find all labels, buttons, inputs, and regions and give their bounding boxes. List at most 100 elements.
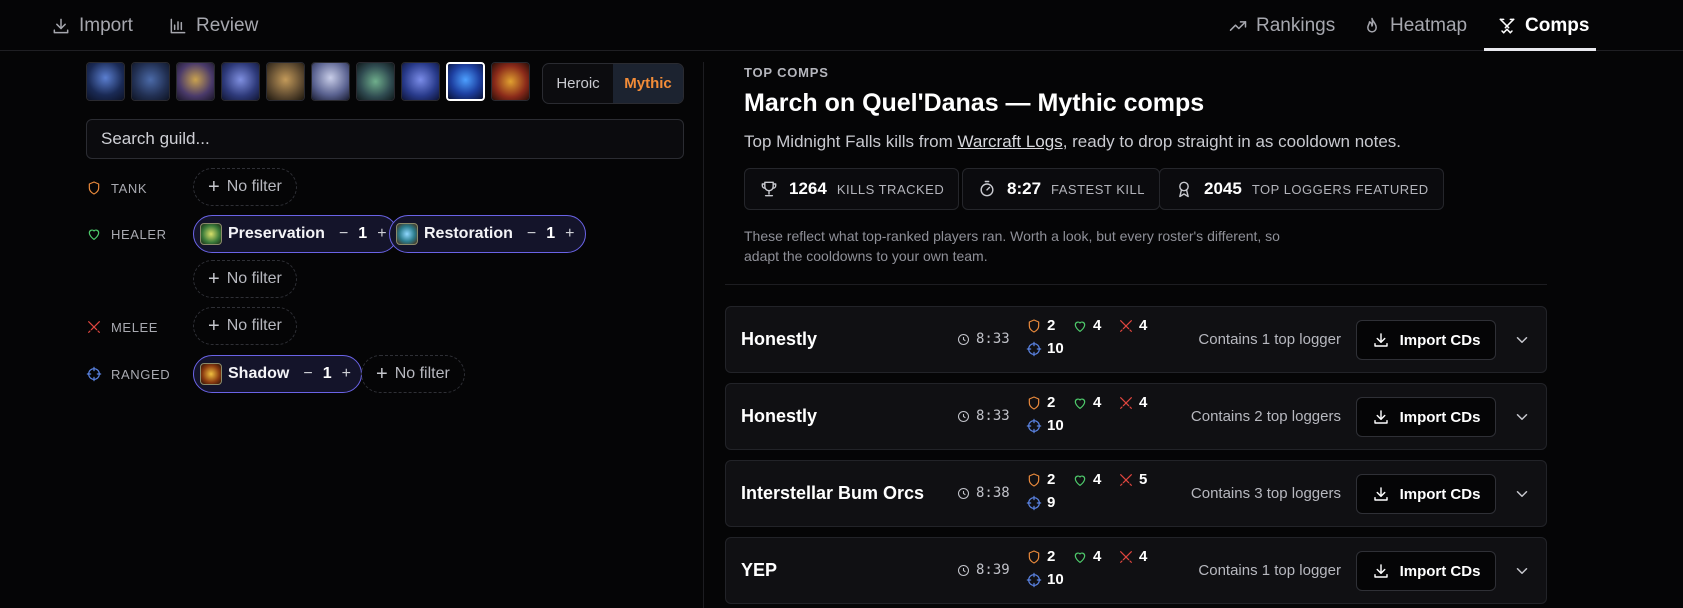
download-icon	[1373, 487, 1388, 501]
melee-count-value: 4	[1139, 317, 1148, 334]
melee-add-filter[interactable]: + No filter	[193, 307, 297, 345]
shadow-spec-icon	[200, 363, 222, 385]
import-cds-label: Import CDs	[1399, 562, 1481, 580]
crosshair-icon	[1026, 418, 1042, 433]
import-cds-label: Import CDs	[1399, 331, 1481, 349]
expand-chevron[interactable]	[1513, 408, 1531, 426]
expand-chevron[interactable]	[1513, 331, 1531, 349]
boss-portrait-2[interactable]	[131, 62, 170, 101]
ranged-count-value: 10	[1047, 417, 1064, 434]
boss-portrait-10[interactable]	[491, 62, 530, 101]
nav-comps[interactable]: Comps	[1497, 0, 1589, 51]
tank-count-value: 2	[1047, 471, 1056, 488]
comp-row[interactable]: Honestly 8:33 2 4 4 10 Contains 2 top lo…	[725, 383, 1547, 450]
role-label-healer: HEALER	[86, 226, 167, 242]
boss-portrait-6[interactable]	[311, 62, 350, 101]
section-kicker: TOP COMPS	[744, 65, 829, 80]
warcraft-logs-link[interactable]: Warcraft Logs	[958, 132, 1063, 151]
nav-import[interactable]: Import	[51, 0, 133, 51]
crossed-swords-icon	[1499, 18, 1515, 33]
stat-fastest-kill: 8:27 FASTEST KILL	[962, 168, 1160, 210]
top-logger-count: Contains 1 top logger	[1198, 562, 1341, 579]
expand-chevron[interactable]	[1513, 562, 1531, 580]
guild-name: Honestly	[741, 329, 818, 349]
clock-icon	[957, 564, 970, 576]
crossed-swords-icon	[1120, 550, 1132, 563]
decrement-button[interactable]: −	[303, 365, 312, 383]
melee-count: 4	[1118, 548, 1147, 565]
expand-chevron[interactable]	[1513, 485, 1531, 503]
spec-pill-restoration: Restoration − 1 +	[389, 215, 586, 253]
heart-icon	[88, 229, 100, 240]
ranged-add-filter[interactable]: + No filter	[361, 355, 465, 393]
top-nav: Import Review Rankings Heatmap Comps	[0, 0, 1683, 51]
heart-icon	[1074, 552, 1086, 563]
boss-portrait-7[interactable]	[356, 62, 395, 101]
import-cds-button[interactable]: Import CDs	[1356, 397, 1496, 437]
clock-icon	[957, 410, 970, 422]
crosshair-icon	[1026, 495, 1042, 510]
nav-review[interactable]: Review	[168, 0, 258, 51]
import-cds-label: Import CDs	[1399, 408, 1481, 426]
import-cds-button[interactable]: Import CDs	[1356, 320, 1496, 360]
kill-time: 8:39	[956, 562, 1010, 578]
chevron-down-icon	[1516, 491, 1528, 497]
difficulty-heroic[interactable]: Heroic	[543, 64, 613, 103]
boss-portrait-4[interactable]	[221, 62, 260, 101]
kill-time: 8:33	[956, 331, 1010, 347]
healer-add-filter[interactable]: + No filter	[193, 260, 297, 298]
download-icon	[1373, 333, 1388, 347]
boss-portrait-9-selected[interactable]	[446, 62, 485, 101]
shield-icon	[1028, 318, 1040, 333]
decrement-button[interactable]: −	[527, 225, 536, 243]
kill-time-value: 8:33	[976, 408, 1010, 424]
count-stepper: − 1 +	[526, 225, 575, 243]
trending-up-icon	[1229, 20, 1247, 31]
tank-add-filter[interactable]: + No filter	[193, 168, 297, 206]
chevron-down-icon	[1516, 337, 1528, 343]
chevron-down-icon	[1516, 414, 1528, 420]
tank-count: 2	[1026, 394, 1055, 411]
comp-row[interactable]: Interstellar Bum Orcs 8:38 2 4 5 9 Conta…	[725, 460, 1547, 527]
ranged-count: 10	[1026, 340, 1064, 357]
role-label-ranged: RANGED	[86, 366, 170, 382]
shield-icon	[1028, 549, 1040, 564]
import-cds-button[interactable]: Import CDs	[1356, 551, 1496, 591]
boss-portrait-8[interactable]	[401, 62, 440, 101]
ranged-count: 10	[1026, 417, 1064, 434]
increment-button[interactable]: +	[377, 225, 386, 243]
download-icon	[1373, 410, 1388, 424]
trophy-icon	[761, 181, 777, 197]
import-cds-button[interactable]: Import CDs	[1356, 474, 1496, 514]
healer-count-value: 4	[1093, 471, 1102, 488]
guild-name: Honestly	[741, 406, 818, 426]
download-icon	[1373, 564, 1388, 578]
boss-portrait-5[interactable]	[266, 62, 305, 101]
increment-button[interactable]: +	[342, 365, 351, 383]
tank-count: 2	[1026, 471, 1055, 488]
clock-icon	[957, 487, 970, 499]
search-guild-input[interactable]	[86, 119, 684, 159]
import-cds-label: Import CDs	[1399, 485, 1481, 503]
page-title: March on Quel'Danas — Mythic comps	[744, 89, 1205, 117]
boss-portrait-1[interactable]	[86, 62, 125, 101]
nav-rankings[interactable]: Rankings	[1228, 0, 1335, 51]
boss-selector	[86, 62, 530, 101]
comp-row[interactable]: YEP 8:39 2 4 4 10 Contains 1 top logger …	[725, 537, 1547, 604]
decrement-button[interactable]: −	[339, 225, 348, 243]
comp-row[interactable]: Honestly 8:33 2 4 4 10 Contains 1 top lo…	[725, 306, 1547, 373]
role-label-melee: MELEE	[86, 319, 158, 335]
crosshair-icon	[1026, 341, 1042, 356]
tank-count: 2	[1026, 317, 1055, 334]
tank-count-value: 2	[1047, 394, 1056, 411]
nav-heatmap[interactable]: Heatmap	[1362, 0, 1467, 51]
healer-count: 4	[1072, 394, 1101, 411]
guild-name: Interstellar Bum Orcs	[741, 483, 925, 503]
melee-count-value: 5	[1139, 471, 1148, 488]
difficulty-mythic[interactable]: Mythic	[613, 64, 683, 103]
increment-button[interactable]: +	[565, 225, 574, 243]
plus-icon: +	[208, 268, 220, 290]
flame-icon	[1367, 17, 1377, 33]
melee-count: 4	[1118, 317, 1147, 334]
boss-portrait-3[interactable]	[176, 62, 215, 101]
